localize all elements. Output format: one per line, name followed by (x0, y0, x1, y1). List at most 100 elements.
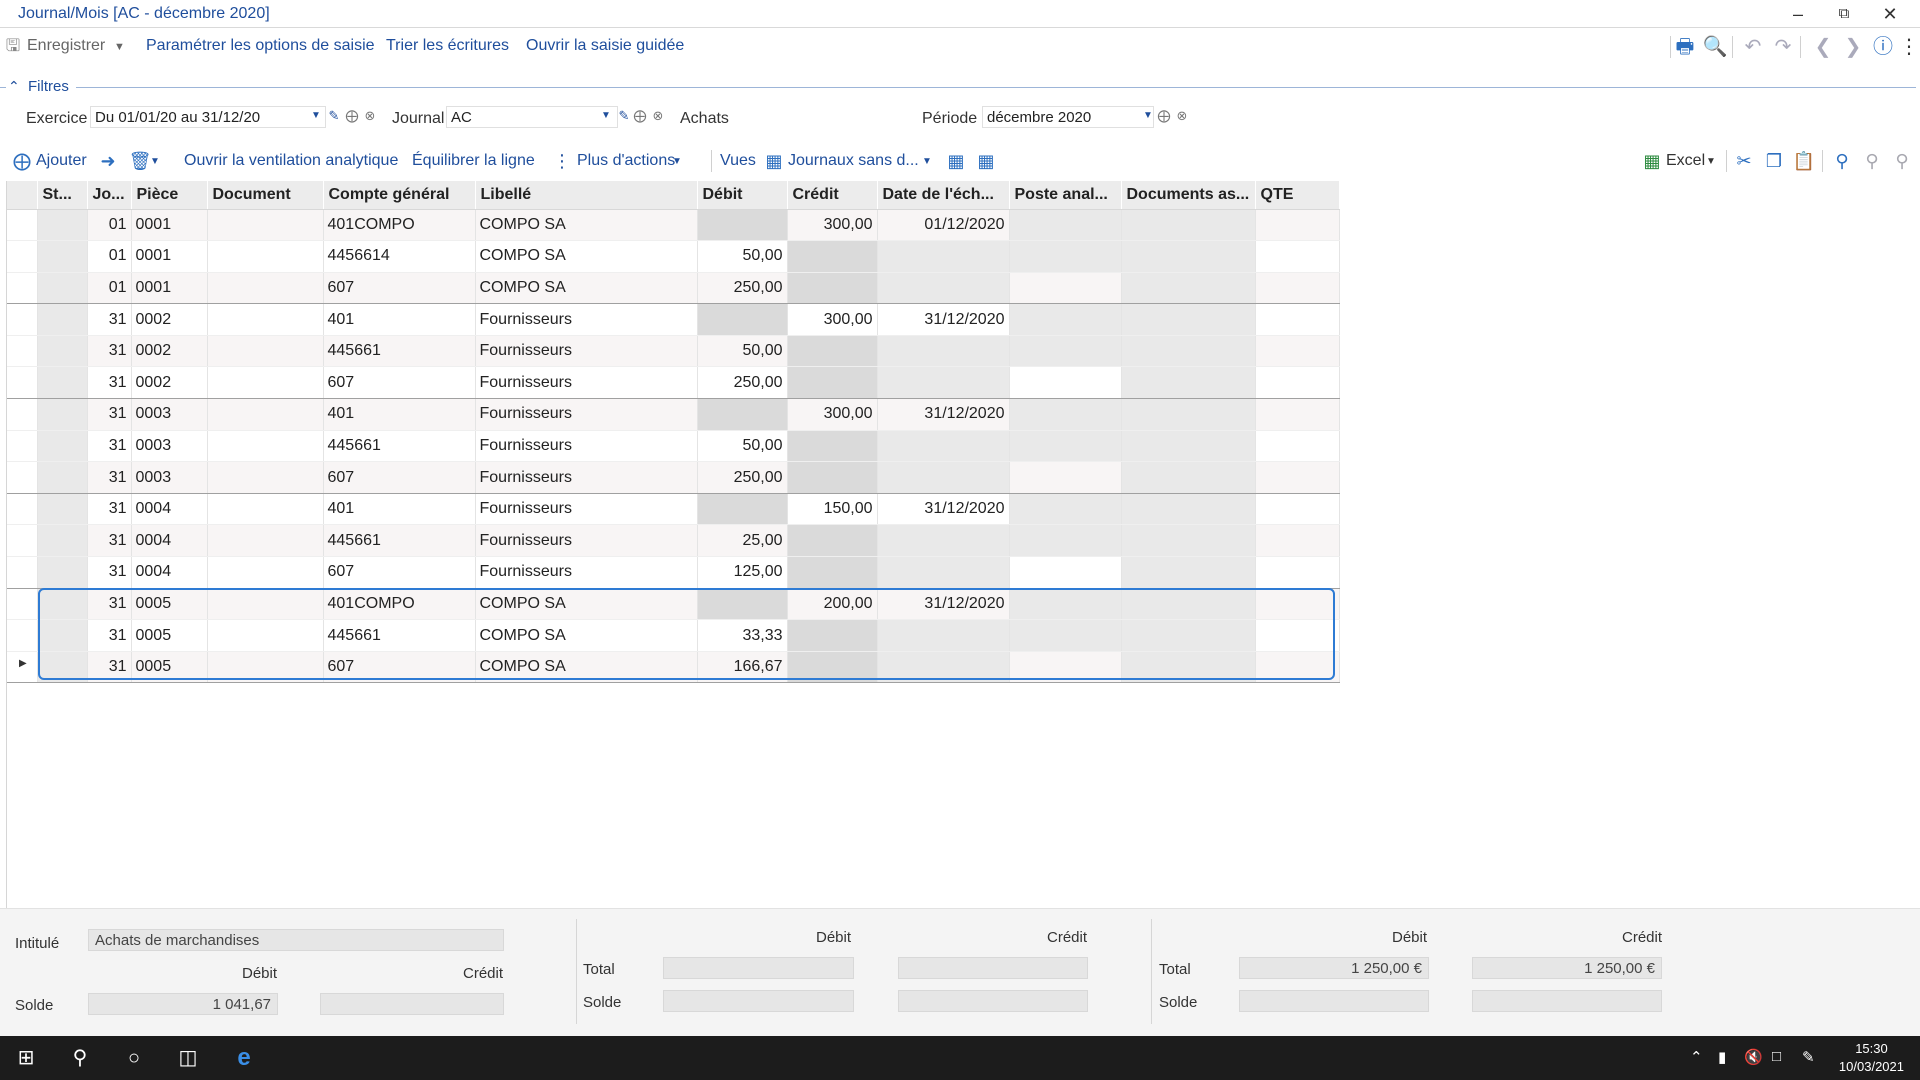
cell-statut[interactable] (37, 651, 88, 684)
cell-jour[interactable]: 31 (87, 524, 132, 558)
cell-echeance[interactable] (877, 366, 1010, 400)
system-clock[interactable]: 15:30 10/03/2021 (1839, 1040, 1904, 1076)
cell-documents-associes[interactable] (1121, 335, 1256, 368)
copy-icon[interactable]: ❐ (1762, 149, 1786, 173)
cell-libelle[interactable]: Fournisseurs (475, 493, 698, 526)
cell-document[interactable] (207, 398, 324, 431)
cell-document[interactable] (207, 335, 324, 368)
cell-poste-analytique[interactable] (1009, 556, 1122, 589)
column-header-document[interactable]: Document (207, 181, 324, 210)
cell-echeance[interactable] (877, 651, 1010, 684)
cell-statut[interactable] (37, 335, 88, 368)
more-icon[interactable]: ⋮ (1896, 34, 1920, 60)
chevron-down-icon[interactable]: ▼ (598, 107, 614, 125)
cell-document[interactable] (207, 272, 324, 305)
cell-jour[interactable]: 31 (87, 619, 132, 652)
cell-jour[interactable]: 31 (87, 556, 132, 589)
cell-libelle[interactable]: Fournisseurs (475, 430, 698, 463)
journal-select[interactable]: AC (446, 106, 618, 128)
edit-icon[interactable]: ✎ (616, 107, 632, 125)
collapse-chevron-icon[interactable]: ⌃ (8, 78, 20, 95)
cell-jour[interactable]: 31 (87, 303, 132, 336)
close-button[interactable]: ✕ (1870, 2, 1910, 26)
row-selector-cell[interactable] (7, 272, 38, 305)
cell-documents-associes[interactable] (1121, 493, 1256, 526)
cell-echeance[interactable] (877, 335, 1010, 368)
cell-document[interactable] (207, 588, 324, 621)
clear-icon[interactable]: ⊗ (650, 107, 666, 125)
cell-piece[interactable]: 0004 (131, 493, 208, 526)
cell-debit[interactable]: 33,33 (697, 619, 788, 652)
cell-compte[interactable]: 401COMPO (323, 588, 476, 621)
cell-documents-associes[interactable] (1121, 366, 1256, 400)
cell-libelle[interactable]: Fournisseurs (475, 303, 698, 336)
cell-piece[interactable]: 0005 (131, 651, 208, 684)
cell-echeance[interactable] (877, 272, 1010, 305)
row-selector-cell[interactable] (7, 461, 38, 494)
column-header-poste-analytique[interactable]: Poste anal... (1009, 181, 1122, 210)
cell-documents-associes[interactable] (1121, 303, 1256, 336)
cell-compte[interactable]: 607 (323, 366, 476, 400)
equilibrer-ligne-link[interactable]: Équilibrer la ligne (412, 152, 535, 170)
cell-document[interactable] (207, 461, 324, 494)
cell-compte[interactable]: 607 (323, 651, 476, 684)
chevron-down-icon[interactable]: ▼ (922, 156, 932, 167)
cell-documents-associes[interactable] (1121, 524, 1256, 558)
cell-qte[interactable] (1255, 461, 1340, 494)
cell-libelle[interactable]: COMPO SA (475, 209, 698, 242)
column-header-piece[interactable]: Pièce (131, 181, 208, 210)
cell-document[interactable] (207, 651, 324, 684)
cell-documents-associes[interactable] (1121, 209, 1256, 242)
ventilation-analytique-link[interactable]: Ouvrir la ventilation analytique (184, 152, 398, 170)
arrow-right-icon[interactable]: ➜ (96, 149, 120, 173)
cell-poste-analytique[interactable] (1009, 303, 1122, 336)
next-icon[interactable]: ❯ (1840, 34, 1866, 60)
cell-echeance[interactable] (877, 240, 1010, 273)
cell-debit[interactable]: 250,00 (697, 272, 788, 305)
cell-qte[interactable] (1255, 588, 1340, 621)
row-selector-cell[interactable] (7, 619, 38, 652)
previous-icon[interactable]: ❮ (1810, 34, 1836, 60)
cell-poste-analytique[interactable] (1009, 366, 1122, 400)
paste-icon[interactable]: 📋 (1792, 149, 1816, 173)
cut-icon[interactable]: ✂ (1732, 149, 1756, 173)
cell-compte[interactable]: 401 (323, 303, 476, 336)
table-row[interactable]: 01 0001 401COMPO COMPO SA 300,00 01/12/2020 (7, 209, 1340, 242)
cell-echeance[interactable]: 01/12/2020 (877, 209, 1010, 242)
table-row[interactable]: 31 0003 445661 Fournisseurs 50,00 (7, 430, 1340, 463)
cell-piece[interactable]: 0003 (131, 398, 208, 431)
row-selector-cell[interactable] (7, 366, 38, 400)
cell-jour[interactable]: 31 (87, 398, 132, 431)
excel-icon[interactable]: ▦ (1640, 149, 1664, 173)
row-selector-cell[interactable] (7, 588, 38, 621)
pen-icon[interactable]: ✎ (1802, 1048, 1815, 1066)
cortana-icon[interactable]: ○ (118, 1044, 150, 1072)
cell-credit[interactable] (787, 240, 878, 273)
row-selector-cell[interactable] (7, 493, 38, 526)
cell-debit[interactable]: 50,00 (697, 335, 788, 368)
column-header-libelle[interactable]: Libellé (475, 181, 698, 210)
cell-libelle[interactable]: COMPO SA (475, 588, 698, 621)
table-row[interactable]: 31 0002 401 Fournisseurs 300,00 31/12/2020 (7, 303, 1340, 336)
cell-libelle[interactable]: Fournisseurs (475, 335, 698, 368)
restore-button[interactable]: ⧉ (1824, 2, 1864, 26)
cell-debit[interactable]: 250,00 (697, 461, 788, 494)
chevron-down-icon[interactable]: ▼ (1706, 156, 1716, 167)
help-icon[interactable]: ⓘ (1870, 34, 1896, 60)
cell-debit[interactable]: 50,00 (697, 430, 788, 463)
cell-credit[interactable] (787, 430, 878, 463)
table-row[interactable]: 31 0003 401 Fournisseurs 300,00 31/12/2020 (7, 398, 1340, 431)
cell-poste-analytique[interactable] (1009, 209, 1122, 242)
minimize-button[interactable]: – (1778, 2, 1818, 26)
cell-document[interactable] (207, 303, 324, 336)
cell-credit[interactable] (787, 461, 878, 494)
table-row[interactable]: 31 0005 401COMPO COMPO SA 200,00 31/12/2020 (7, 588, 1340, 621)
add-icon[interactable]: ⨁ (632, 107, 648, 125)
delete-dropdown-icon[interactable]: ▼ (150, 156, 160, 167)
cell-qte[interactable] (1255, 398, 1340, 431)
cell-jour[interactable]: 01 (87, 209, 132, 242)
cell-echeance[interactable] (877, 524, 1010, 558)
column-header-debit[interactable]: Débit (697, 181, 788, 210)
cell-documents-associes[interactable] (1121, 461, 1256, 494)
cell-poste-analytique[interactable] (1009, 524, 1122, 558)
